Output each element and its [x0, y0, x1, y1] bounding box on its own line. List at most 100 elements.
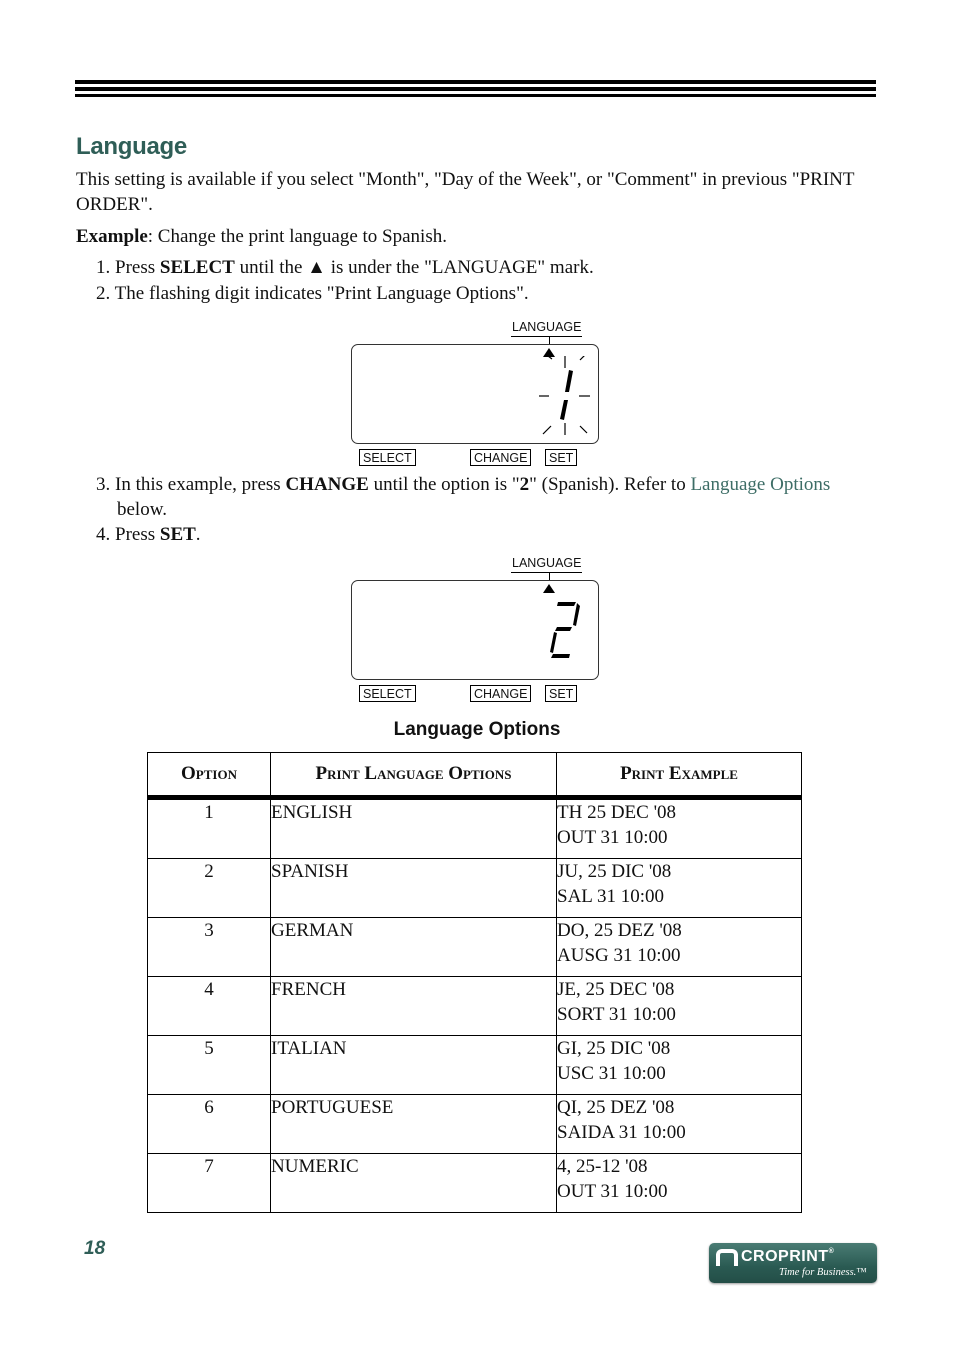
set-key-label: SET [159, 524, 196, 545]
language-name: PORTUGUESE [270, 1094, 557, 1154]
option-number: 6 [147, 1094, 271, 1154]
print-example-line-2: OUT 31 10:00 [557, 1181, 668, 1202]
language-name: GERMAN [270, 917, 557, 977]
print-example-line-1: GI, 25 DIC '08 [557, 1038, 671, 1059]
print-example: JE, 25 DEC '08 SORT 31 10:00 [556, 976, 802, 1036]
set-button-label: SET [545, 685, 578, 702]
print-example-line-2: USC 31 10:00 [557, 1063, 666, 1084]
table-row: 6 PORTUGUESE QI, 25 DEZ '08 SAIDA 31 10:00 [147, 1094, 802, 1154]
language-name: ENGLISH [270, 797, 557, 859]
table-row: 7 NUMERIC 4, 25-12 '08 OUT 31 10:00 [147, 1153, 802, 1213]
header-rule [75, 87, 876, 91]
step-4: 4. Press SET. [96, 522, 201, 547]
seven-segment-one [560, 370, 573, 420]
change-button-label: CHANGE [470, 685, 532, 702]
print-example-line-1: 4, 25-12 '08 [557, 1156, 648, 1177]
lcd-diagram-flashing-1: LANGUAGE SELECT CHANGE SET [350, 318, 600, 466]
step-number: 3. [96, 474, 111, 495]
print-example-line-2: SAL 31 10:00 [557, 886, 664, 907]
lcd-language-label: LANGUAGE [511, 557, 583, 573]
option-number: 1 [147, 797, 271, 859]
print-example-line-1: JE, 25 DEC '08 [557, 979, 675, 1000]
select-button-label: SELECT [359, 685, 416, 702]
option-number: 4 [147, 976, 271, 1036]
select-button-label: SELECT [359, 449, 416, 466]
lcd-language-label: LANGUAGE [511, 321, 583, 337]
lcd-digit-1-flashing [539, 356, 590, 435]
option-number: 3 [147, 917, 271, 977]
example-label: Example [76, 226, 148, 247]
logo-tagline: Time for Business.™ [779, 1267, 867, 1278]
language-name: ITALIAN [270, 1035, 557, 1095]
logo-text: CROPRINT [741, 1248, 829, 1265]
step-text: Press [115, 257, 160, 278]
section-title: Language [76, 133, 187, 160]
language-options-table: Option Print Language Options Print Exam… [147, 752, 802, 1213]
step-text: . [195, 524, 201, 545]
seven-segment-two [550, 602, 580, 658]
table-row: 4 FRENCH JE, 25 DEC '08 SORT 31 10:00 [147, 976, 802, 1036]
step-text: until the ▲ is under the "LANGUAGE" mark… [234, 257, 594, 278]
example-text: : Change the print language to Spanish. [147, 226, 447, 247]
header-print-example: Print Example [556, 752, 802, 800]
change-key-label: CHANGE [285, 474, 369, 495]
step-text: Press [115, 524, 160, 545]
print-example-line-1: TH 25 DEC '08 [557, 802, 677, 823]
print-example-line-1: QI, 25 DEZ '08 [557, 1097, 675, 1118]
table-row: 3 GERMAN DO, 25 DEZ '08 AUSG 31 10:00 [147, 917, 802, 977]
header-print-language-options: Print Language Options [270, 752, 557, 800]
print-example: GI, 25 DIC '08 USC 31 10:00 [556, 1035, 802, 1095]
intro-paragraph: This setting is available if you select … [76, 169, 855, 215]
language-name: NUMERIC [270, 1153, 557, 1213]
print-example-line-2: AUSG 31 10:00 [557, 945, 681, 966]
print-example: DO, 25 DEZ '08 AUSG 31 10:00 [556, 917, 802, 977]
step-number: 1. [96, 257, 111, 278]
change-button-label: CHANGE [470, 449, 532, 466]
step-text: below. [117, 499, 167, 520]
table-caption: Language Options [393, 719, 561, 740]
print-example: TH 25 DEC '08 OUT 31 10:00 [556, 797, 802, 859]
header-rule [75, 80, 876, 84]
print-example-line-2: SORT 31 10:00 [557, 1004, 676, 1025]
flash-rays-icon [539, 356, 590, 435]
language-options-link[interactable]: Language Options [690, 474, 830, 495]
logo-wordmark: CROPRINT® [741, 1248, 834, 1266]
language-name: FRENCH [270, 976, 557, 1036]
option-number: 2 [147, 858, 271, 918]
acroprint-logo: CROPRINT® Time for Business.™ [709, 1243, 877, 1283]
step-2: 2. The flashing digit indicates "Print L… [96, 281, 529, 306]
step-text: In this example, press [115, 474, 286, 495]
step-text: until the option is " [368, 474, 520, 495]
print-example: JU, 25 DIC '08 SAL 31 10:00 [556, 858, 802, 918]
table-header-row: Option Print Language Options Print Exam… [147, 752, 802, 800]
step-text: The flashing digit indicates "Print Lang… [114, 283, 529, 304]
example-paragraph: Example: Change the print language to Sp… [76, 224, 447, 249]
language-name: SPANISH [270, 858, 557, 918]
acroprint-a-icon [716, 1249, 738, 1266]
lcd-digit-2 [550, 602, 580, 658]
page-number: 18 [84, 1238, 106, 1259]
print-example: 4, 25-12 '08 OUT 31 10:00 [556, 1153, 802, 1213]
option-value: 2 [519, 474, 530, 495]
set-button-label: SET [545, 449, 578, 466]
table-row: 5 ITALIAN GI, 25 DIC '08 USC 31 10:00 [147, 1035, 802, 1095]
registered-mark: ® [828, 1248, 835, 1255]
option-number: 7 [147, 1153, 271, 1213]
table-row: 2 SPANISH JU, 25 DIC '08 SAL 31 10:00 [147, 858, 802, 918]
step-number: 2. [96, 283, 111, 304]
print-example-line-2: OUT 31 10:00 [557, 827, 668, 848]
step-1: 1. Press SELECT until the ▲ is under the… [96, 255, 594, 280]
print-example-line-1: JU, 25 DIC '08 [557, 861, 672, 882]
header-rule [75, 94, 876, 97]
print-example-line-2: SAIDA 31 10:00 [557, 1122, 686, 1143]
step-text: " (Spanish). Refer to [529, 474, 691, 495]
step-3: 3. In this example, press CHANGE until t… [96, 472, 886, 522]
step-number: 4. [96, 524, 111, 545]
table-row: 1 ENGLISH TH 25 DEC '08 OUT 31 10:00 [147, 797, 802, 859]
print-example: QI, 25 DEZ '08 SAIDA 31 10:00 [556, 1094, 802, 1154]
header-option: Option [147, 752, 271, 800]
option-number: 5 [147, 1035, 271, 1095]
lcd-diagram-option-2: LANGUAGE SELECT CHANGE SET [350, 554, 600, 702]
select-key-label: SELECT [159, 257, 235, 278]
print-example-line-1: DO, 25 DEZ '08 [557, 920, 682, 941]
